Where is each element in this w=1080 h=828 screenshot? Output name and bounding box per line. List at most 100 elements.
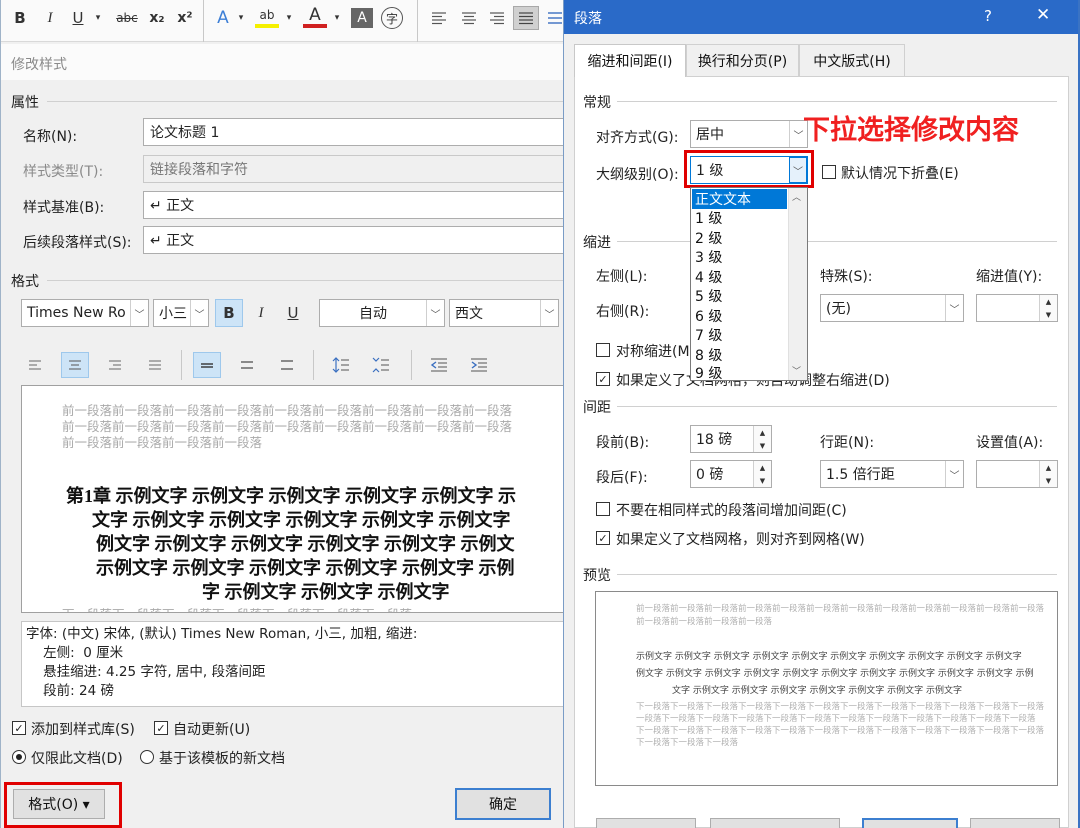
font-color-select[interactable]: 自动 ﹀ — [319, 299, 445, 327]
increase-indent-icon[interactable] — [465, 352, 493, 378]
bold-button[interactable]: B — [9, 6, 31, 30]
justify-icon[interactable] — [513, 6, 539, 30]
no-space-same-style-checkbox[interactable] — [596, 502, 610, 516]
close-icon[interactable]: ✕ — [1036, 5, 1050, 25]
spinner-buttons[interactable]: ▲ ▼ — [753, 461, 771, 487]
special-select[interactable]: (无) ﹀ — [820, 294, 964, 322]
highlight-button[interactable]: ab — [255, 6, 279, 28]
ok-button-stub[interactable] — [862, 818, 958, 828]
align-right-icon[interactable] — [101, 352, 129, 378]
align-right-icon[interactable] — [485, 6, 509, 30]
spinner-buttons[interactable]: ▲ ▼ — [1039, 461, 1057, 487]
section-divider — [617, 241, 1057, 242]
chevron-down-icon[interactable]: ﹀ — [130, 300, 148, 326]
chevron-down-icon[interactable]: ﹀ — [945, 461, 963, 487]
auto-adjust-right-indent-checkbox[interactable]: ✓ — [596, 372, 610, 386]
tab-indent-spacing[interactable]: 缩进和间距(I) — [574, 44, 686, 77]
collapse-default-checkbox[interactable] — [822, 165, 836, 179]
format-italic-button[interactable]: I — [247, 299, 275, 327]
decrease-indent-icon[interactable] — [425, 352, 453, 378]
align-left-icon[interactable] — [427, 6, 451, 30]
chevron-down-icon[interactable]: ▾ — [235, 6, 247, 30]
highlight-box — [4, 782, 122, 828]
dropdown-option-body-text[interactable]: 正文文本 — [692, 189, 787, 209]
chevron-down-icon[interactable]: ﹀ — [190, 300, 208, 326]
space-before-spinner[interactable]: 18 磅 ▲ ▼ — [690, 425, 772, 453]
distributed-icon[interactable] — [545, 6, 565, 30]
dropdown-option-level-9[interactable]: 9 级 — [692, 365, 787, 381]
chevron-down-icon[interactable]: ▾ — [91, 6, 105, 30]
superscript-button[interactable]: x² — [174, 6, 196, 30]
decrease-spacing-icon[interactable] — [367, 352, 395, 378]
format-underline-button[interactable]: U — [279, 299, 307, 327]
dropdown-option-level-1[interactable]: 1 级 — [692, 209, 787, 229]
line-spacing-value: 1.5 倍行距 — [826, 467, 895, 483]
toolbar-divider — [411, 350, 412, 380]
line-spacing-select[interactable]: 1.5 倍行距 ﹀ — [820, 460, 964, 488]
dropdown-option-level-6[interactable]: 6 级 — [692, 306, 787, 326]
dropdown-scrollbar[interactable]: ︿ ﹀ — [788, 188, 807, 380]
chevron-up-icon[interactable]: ︿ — [792, 190, 801, 203]
increase-spacing-icon[interactable] — [327, 352, 355, 378]
spinner-buttons[interactable]: ▲ ▼ — [1039, 295, 1057, 321]
line-spacing-label: 行距(N): — [820, 435, 875, 451]
style-description: 字体: (中文) 宋体, (默认) Times New Roman, 小三, 加… — [21, 621, 566, 707]
subscript-button[interactable]: x₂ — [146, 6, 168, 30]
enclose-char-button[interactable]: 字 — [381, 7, 403, 29]
chevron-down-icon[interactable]: ▾ — [331, 6, 343, 30]
italic-button[interactable]: I — [39, 6, 61, 30]
based-on-select[interactable]: ↵ 正文 — [143, 191, 566, 219]
dropdown-option-level-3[interactable]: 3 级 — [692, 248, 787, 268]
char-shading-button[interactable]: A — [351, 8, 373, 28]
auto-update-checkbox[interactable]: ✓ — [154, 721, 168, 735]
tab-asian-typography[interactable]: 中文版式(H) — [799, 44, 905, 76]
double-spacing-icon[interactable] — [273, 352, 301, 378]
one-half-spacing-icon[interactable] — [233, 352, 261, 378]
chevron-down-icon[interactable]: ﹀ — [540, 300, 558, 326]
text-effects-button[interactable]: A — [211, 6, 235, 30]
tab-line-page-breaks[interactable]: 换行和分页(P) — [686, 44, 799, 76]
spinner-buttons[interactable]: ▲ ▼ — [753, 426, 771, 452]
set-default-button-stub[interactable] — [710, 818, 840, 828]
indent-by-spinner[interactable]: ▲ ▼ — [976, 294, 1058, 322]
add-to-gallery-checkbox[interactable]: ✓ — [12, 721, 26, 735]
snap-to-grid-checkbox[interactable]: ✓ — [596, 531, 610, 545]
only-this-doc-radio[interactable] — [12, 750, 26, 764]
dropdown-option-level-5[interactable]: 5 级 — [692, 287, 787, 307]
alignment-select[interactable]: 居中 ﹀ — [690, 120, 808, 148]
section-general: 常规 — [583, 95, 611, 111]
dropdown-option-level-8[interactable]: 8 级 — [692, 345, 787, 365]
outline-level-dropdown: 正文文本 1 级 2 级 3 级 4 级 5 级 6 级 7 级 8 级 9 级… — [690, 187, 808, 381]
help-button[interactable]: ? — [984, 7, 992, 25]
spacing-at-spinner[interactable]: ▲ ▼ — [976, 460, 1058, 488]
align-center-icon[interactable] — [457, 6, 481, 30]
format-bold-button[interactable]: B — [215, 299, 243, 327]
single-spacing-icon[interactable] — [193, 352, 221, 378]
next-style-select[interactable]: ↵ 正文 — [143, 226, 566, 254]
strikethrough-button[interactable]: abc — [113, 6, 141, 30]
font-color-button[interactable]: A — [303, 5, 327, 28]
mirror-indent-label: 对称缩进(M) — [616, 344, 696, 360]
dropdown-option-level-7[interactable]: 7 级 — [692, 326, 787, 346]
collapse-default-label: 默认情况下折叠(E) — [841, 166, 959, 182]
cancel-button-stub[interactable] — [970, 818, 1060, 828]
new-docs-radio[interactable] — [140, 750, 154, 764]
space-after-spinner[interactable]: 0 磅 ▲ ▼ — [690, 460, 772, 488]
mirror-indent-checkbox[interactable] — [596, 343, 610, 357]
tabs-button-stub[interactable] — [596, 818, 696, 828]
name-input[interactable]: 论文标题 1 — [143, 118, 566, 146]
font-name-select[interactable]: Times New Ro ﹀ — [21, 299, 149, 327]
underline-button[interactable]: U — [67, 6, 89, 30]
chevron-down-icon[interactable]: ﹀ — [792, 364, 801, 377]
dropdown-option-level-4[interactable]: 4 级 — [692, 267, 787, 287]
justify-icon[interactable] — [141, 352, 169, 378]
script-select[interactable]: 西文 ﹀ — [449, 299, 559, 327]
font-size-select[interactable]: 小三 ﹀ — [153, 299, 209, 327]
chevron-down-icon[interactable]: ▾ — [283, 6, 295, 30]
chevron-down-icon[interactable]: ﹀ — [426, 300, 444, 326]
ok-button[interactable]: 确定 — [455, 788, 551, 820]
dropdown-option-level-2[interactable]: 2 级 — [692, 228, 787, 248]
align-left-icon[interactable] — [21, 352, 49, 378]
align-center-icon[interactable] — [61, 352, 89, 378]
chevron-down-icon[interactable]: ﹀ — [945, 295, 963, 321]
